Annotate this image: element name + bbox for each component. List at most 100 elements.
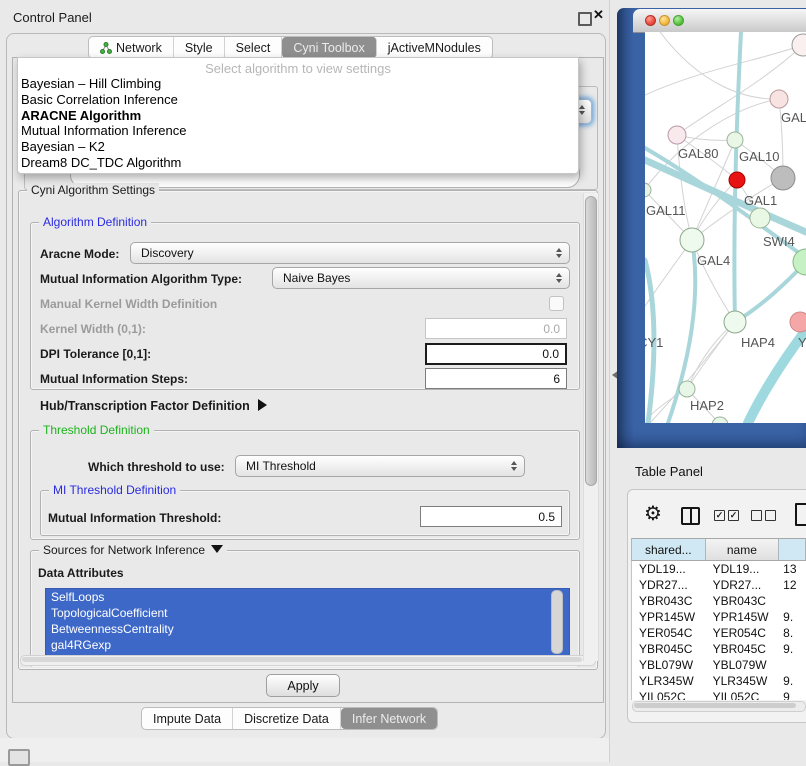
settings-vertical-scrollbar-thumb[interactable]: [585, 196, 597, 486]
threshold-definition-title: Threshold Definition: [39, 423, 154, 437]
mi-threshold-label: Mutual Information Threshold:: [48, 511, 221, 525]
tab-cyni-toolbox[interactable]: Cyni Toolbox: [282, 37, 376, 58]
tab-network[interactable]: Network: [89, 37, 174, 58]
node-label: GAL11: [646, 203, 686, 218]
close-icon[interactable]: ✕: [593, 7, 604, 23]
export-table-icon[interactable]: [795, 503, 806, 526]
table-panel-title: Table Panel: [635, 464, 703, 479]
algorithm-dropdown-popup: Select algorithm to view settings Bayesi…: [17, 57, 579, 174]
table-row[interactable]: YIL052C YIL052C 9: [632, 689, 806, 700]
node-gal[interactable]: [770, 90, 788, 108]
table-body[interactable]: YDL19... YDL19... 13 YDR27... YDR27... 1…: [631, 561, 806, 700]
float-window-button[interactable]: [578, 12, 592, 26]
kernel-width-input[interactable]: 0.0: [425, 318, 567, 339]
network-canvas[interactable]: GAL GAL80 GAL10 GAL11 GAL1 SWI4 GAL4 GCY…: [645, 32, 806, 423]
dropdown-item[interactable]: Mutual Information Inference: [18, 123, 578, 139]
expand-right-icon: [258, 399, 267, 411]
mi-threshold-title: MI Threshold Definition: [49, 483, 180, 497]
network-graph: GAL GAL80 GAL10 GAL11 GAL1 SWI4 GAL4 GCY…: [645, 32, 806, 423]
node-gal11[interactable]: [645, 183, 651, 197]
node-label: GAL80: [678, 146, 718, 161]
node-label: GAL: [781, 110, 806, 125]
aracne-mode-select[interactable]: Discovery: [130, 242, 570, 264]
table-row[interactable]: YPR145W YPR145W 9.: [632, 609, 806, 625]
sources-group-toggle[interactable]: Sources for Network Inference: [39, 543, 227, 557]
node-gal1[interactable]: [750, 208, 770, 228]
node-y[interactable]: [790, 312, 806, 332]
manual-kernel-width-checkbox[interactable]: [549, 296, 564, 311]
panel-divider[interactable]: [609, 0, 610, 762]
mi-steps-input[interactable]: 6: [425, 368, 567, 389]
tab-jactivemnodules[interactable]: jActiveMNodules: [377, 37, 492, 58]
control-panel-tabbar: Network Style Select Cyni Toolbox jActiv…: [88, 36, 493, 59]
algorithm-definition-title: Algorithm Definition: [39, 215, 151, 229]
tab-style[interactable]: Style: [174, 37, 225, 58]
table-row[interactable]: YLR345W YLR345W 9.: [632, 673, 806, 689]
dropdown-item[interactable]: Bayesian – Hill Climbing: [18, 76, 578, 92]
dropdown-placeholder: Select algorithm to view settings: [18, 58, 578, 76]
tab-impute-data[interactable]: Impute Data: [142, 708, 233, 729]
dropdown-item[interactable]: Dream8 DC_TDC Algorithm: [18, 155, 578, 171]
select-all-columns-icon[interactable]: ✓: [714, 510, 725, 521]
settings-horizontal-scrollbar[interactable]: [20, 655, 596, 666]
column-header-third[interactable]: [779, 539, 806, 560]
attribute-item[interactable]: gal4RGexp: [46, 637, 569, 653]
attribute-item[interactable]: TopologicalCoefficient: [46, 605, 569, 621]
node-gal80[interactable]: [668, 126, 686, 144]
mi-algorithm-type-label: Mutual Information Algorithm Type:: [40, 272, 242, 286]
panel-grip-icon[interactable]: [8, 749, 30, 766]
node-label: HAP4: [741, 335, 775, 350]
manual-kernel-width-label: Manual Kernel Width Definition: [40, 297, 217, 311]
node-hap4[interactable]: [724, 311, 746, 333]
tab-select[interactable]: Select: [225, 37, 283, 58]
cyni-bottom-tabbar: Impute Data Discretize Data Infer Networ…: [141, 707, 438, 730]
apply-button[interactable]: Apply: [266, 674, 340, 697]
table-header-row: shared... name: [631, 538, 806, 561]
hub-definition-toggle[interactable]: Hub/Transcription Factor Definition: [40, 399, 267, 413]
combobox-arrows-icon: [556, 248, 562, 258]
table-row[interactable]: YDR27... YDR27... 12: [632, 577, 806, 593]
select-all-columns-icon2[interactable]: ✓: [728, 510, 739, 521]
table-row[interactable]: YDL19... YDL19... 13: [632, 561, 806, 577]
table-row[interactable]: YER054C YER054C 8.: [632, 625, 806, 641]
node-hap2[interactable]: [679, 381, 695, 397]
node-label: Y: [798, 335, 806, 350]
network-window-titlebar[interactable]: [633, 9, 806, 33]
dropdown-item[interactable]: Basic Correlation Inference: [18, 92, 578, 108]
window-zoom-icon[interactable]: [673, 15, 684, 26]
dropdown-item[interactable]: Bayesian – K2: [18, 139, 578, 155]
node-gal4[interactable]: [680, 228, 704, 252]
gear-icon[interactable]: ⚙: [644, 504, 662, 524]
node-gray[interactable]: [771, 166, 795, 190]
dpi-tolerance-input[interactable]: 0.0: [425, 343, 567, 365]
data-attributes-list[interactable]: SelfLoops TopologicalCoefficient Between…: [45, 588, 570, 656]
window-minimize-icon[interactable]: [659, 15, 670, 26]
mi-steps-label: Mutual Information Steps:: [40, 372, 188, 386]
which-threshold-select[interactable]: MI Threshold: [235, 455, 525, 477]
table-row[interactable]: YBR043C YBR043C: [632, 593, 806, 609]
node-red-selected[interactable]: [729, 172, 745, 188]
table-row[interactable]: YBL079W YBL079W: [632, 657, 806, 673]
table-horizontal-scrollbar[interactable]: [632, 701, 806, 712]
dropdown-item-selected[interactable]: ARACNE Algorithm: [18, 108, 578, 124]
dpi-tolerance-label: DPI Tolerance [0,1]:: [40, 347, 151, 361]
combobox-arrows-icon: [556, 273, 562, 283]
node-gal10[interactable]: [727, 132, 743, 148]
attribute-list-scrollbar[interactable]: [551, 590, 563, 654]
mi-threshold-input[interactable]: 0.5: [420, 506, 562, 527]
deselect-all-columns-icon2[interactable]: [765, 510, 776, 521]
attribute-item[interactable]: BetweennessCentrality: [46, 621, 569, 637]
table-row[interactable]: YBR045C YBR045C 9.: [632, 641, 806, 657]
tab-discretize-data[interactable]: Discretize Data: [233, 708, 341, 729]
tab-infer-network[interactable]: Infer Network: [341, 708, 437, 729]
show-columns-icon[interactable]: [681, 507, 700, 525]
node-label: GAL4: [697, 253, 730, 268]
combobox-arrows-icon: [579, 105, 585, 115]
column-header-name[interactable]: name: [706, 539, 780, 560]
window-close-icon[interactable]: [645, 15, 656, 26]
attribute-item[interactable]: SelfLoops: [46, 589, 569, 605]
deselect-all-columns-icon[interactable]: [751, 510, 762, 521]
column-header-shared-name[interactable]: shared...: [632, 539, 706, 560]
combobox-arrows-icon: [511, 461, 517, 471]
mi-algorithm-type-select[interactable]: Naive Bayes: [272, 267, 570, 289]
